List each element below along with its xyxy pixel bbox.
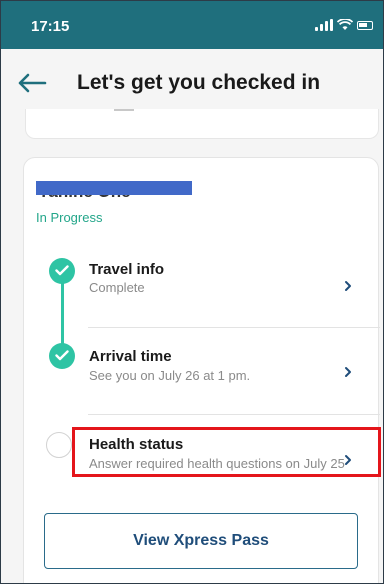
view-xpress-pass-button[interactable]: View Xpress Pass	[44, 513, 358, 569]
page-title: Let's get you checked in	[77, 71, 321, 94]
divider	[88, 327, 380, 328]
signal-icon	[315, 19, 333, 31]
name-redaction	[36, 181, 192, 195]
step-subtitle: See you on July 26 at 1 pm.	[89, 368, 251, 383]
arrow-left-icon[interactable]	[17, 73, 47, 93]
check-icon	[49, 343, 75, 369]
step-title: Arrival time	[89, 348, 172, 365]
step-subtitle: Complete	[89, 280, 145, 295]
chevron-right-icon[interactable]	[344, 366, 352, 378]
status-bar: 17:15	[1, 1, 383, 49]
app-screen: 17:15 Let's get you checked in Yahine On…	[0, 0, 384, 584]
status-icons	[315, 19, 373, 31]
wifi-icon	[337, 19, 353, 30]
health-status-highlight[interactable]	[72, 427, 381, 477]
chevron-right-icon[interactable]	[344, 280, 352, 292]
step-title: Travel info	[89, 261, 165, 278]
battery-icon	[357, 20, 373, 30]
status-badge: In Progress	[36, 210, 103, 225]
previous-card	[25, 109, 379, 139]
check-icon	[49, 258, 75, 284]
status-time: 17:15	[31, 18, 70, 35]
divider	[88, 414, 380, 415]
empty-circle-icon	[46, 432, 72, 458]
header: Let's get you checked in	[1, 49, 383, 117]
previous-card-text-fragment	[114, 109, 134, 111]
